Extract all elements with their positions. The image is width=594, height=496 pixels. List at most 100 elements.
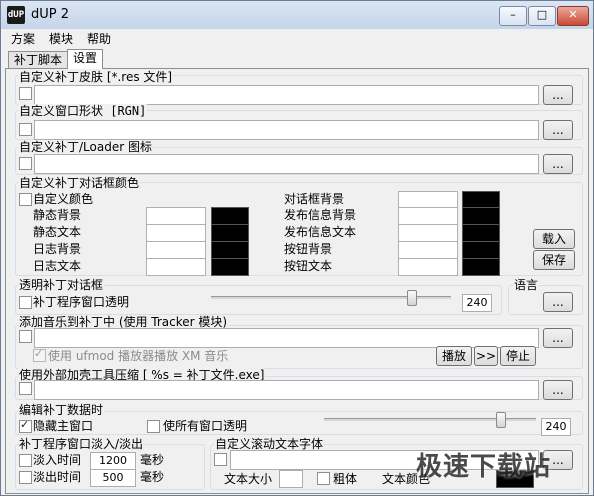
minimize-button[interactable]: – [499, 6, 527, 26]
stop-button[interactable]: 停止 [500, 346, 536, 366]
transparent-slider[interactable] [211, 288, 451, 308]
custom-color-label: 自定义颜色 [33, 192, 94, 206]
language-group-title: 语言 [513, 278, 540, 292]
icon-checkbox[interactable] [19, 157, 32, 170]
next-button[interactable]: >> [474, 346, 498, 366]
info-text-swatch-light[interactable] [398, 224, 458, 242]
ufmod-checkbox[interactable] [33, 347, 46, 362]
bold-label: 粗体 [333, 472, 358, 486]
button-bg-label: 按钮背景 [284, 242, 333, 256]
settings-panel: 自定义补丁皮肤 [*.res 文件] ... 自定义窗口形状 [RGN] ...… [5, 68, 589, 494]
skin-group-title: 自定义补丁皮肤 [*.res 文件] [18, 70, 174, 84]
text-size-input[interactable] [279, 470, 303, 488]
shape-group-title: 自定义窗口形状 [RGN] [18, 104, 148, 118]
skin-title-text: 自定义补丁皮肤 [*.res 文件] [19, 70, 173, 84]
skin-checkbox[interactable] [19, 87, 32, 100]
fade-in-checkbox[interactable] [19, 454, 32, 467]
fade-out-input[interactable]: 500 [90, 469, 136, 487]
music-group-title: 添加音乐到补丁中 (使用 Tracker 模块) [18, 315, 229, 329]
all-transparent-checkbox[interactable] [147, 420, 160, 433]
fade-in-label: 淡入时间 [33, 453, 82, 467]
packer-command-field[interactable] [34, 380, 539, 400]
static-text-swatch-light[interactable] [146, 224, 206, 242]
info-bg-swatch-dark[interactable] [462, 207, 500, 225]
static-text-swatch-dark[interactable] [211, 224, 249, 242]
scroller-group-title: 自定义滚动文本字体 [214, 437, 325, 451]
music-browse-button[interactable]: ... [543, 328, 573, 348]
shape-path-field[interactable] [34, 120, 539, 140]
icon-browse-button[interactable]: ... [543, 154, 573, 174]
language-browse-button[interactable]: ... [543, 292, 573, 312]
log-bg-swatch-dark[interactable] [211, 241, 249, 259]
log-text-label: 日志文本 [33, 259, 82, 273]
info-text-swatch-dark[interactable] [462, 224, 500, 242]
hide-main-checkbox[interactable] [19, 418, 32, 433]
shape-browse-button[interactable]: ... [543, 120, 573, 140]
watermark-text: 极速下载站 [416, 452, 552, 482]
music-checkbox[interactable] [19, 330, 32, 343]
all-transparent-label: 使所有窗口透明 [163, 419, 248, 433]
info-bg-label: 发布信息背景 [284, 208, 357, 222]
log-bg-label: 日志背景 [33, 242, 82, 256]
load-colors-button[interactable]: 载入 [533, 229, 575, 249]
packer-browse-button[interactable]: ... [543, 380, 573, 400]
button-text-label: 按钮文本 [284, 259, 333, 273]
info-text-label: 发布信息文本 [284, 225, 357, 239]
edit-group-title: 编辑补丁数据时 [18, 403, 105, 417]
static-bg-label: 静态背景 [33, 208, 82, 222]
hide-main-label: 隐藏主窗口 [33, 419, 94, 433]
text-size-label: 文本大小 [224, 472, 273, 486]
main-window: dUP dUP 2 – □ ✕ 方案 模块 帮助 补丁脚本 设置 自定义补丁皮肤… [0, 0, 594, 496]
title-bar[interactable]: dUP dUP 2 – □ ✕ [1, 1, 593, 29]
button-text-swatch-dark[interactable] [462, 258, 500, 276]
static-bg-swatch-dark[interactable] [211, 207, 249, 225]
icon-group-title: 自定义补丁/Loader 图标 [18, 140, 153, 154]
edit-slider[interactable] [324, 410, 536, 430]
edit-slider-thumb[interactable] [496, 412, 506, 428]
tab-patch-script[interactable]: 补丁脚本 [8, 51, 69, 69]
menu-help[interactable]: 帮助 [87, 30, 111, 47]
transparent-checkbox[interactable] [19, 296, 32, 309]
transparent-group-title: 透明补丁对话框 [18, 278, 105, 292]
ufmod-label: 使用 ufmod 播放器播放 XM 音乐 [48, 349, 229, 363]
info-bg-swatch-light[interactable] [398, 207, 458, 225]
button-bg-swatch-dark[interactable] [462, 241, 500, 259]
transparent-slider-thumb[interactable] [407, 290, 417, 306]
skin-path-field[interactable] [34, 85, 539, 105]
packer-checkbox[interactable] [19, 382, 32, 395]
music-path-field[interactable] [34, 328, 539, 348]
log-text-swatch-light[interactable] [146, 258, 206, 276]
log-text-swatch-dark[interactable] [211, 258, 249, 276]
menu-scheme[interactable]: 方案 [11, 30, 35, 47]
button-bg-swatch-light[interactable] [398, 241, 458, 259]
static-bg-swatch-light[interactable] [146, 207, 206, 225]
dialog-bg-label: 对话框背景 [284, 192, 345, 206]
transparent-label: 补丁程序窗口透明 [33, 295, 130, 309]
shape-checkbox[interactable] [19, 123, 32, 136]
static-text-label: 静态文本 [33, 225, 82, 239]
window-title: dUP 2 [31, 7, 70, 22]
log-bg-swatch-light[interactable] [146, 241, 206, 259]
bold-checkbox[interactable] [317, 472, 330, 485]
fade-in-unit: 毫秒 [140, 453, 165, 467]
app-icon: dUP [7, 6, 25, 24]
custom-color-checkbox[interactable] [19, 193, 32, 206]
fade-out-label: 淡出时间 [33, 470, 82, 484]
edit-value: 240 [541, 418, 571, 436]
menu-module[interactable]: 模块 [49, 30, 73, 47]
skin-browse-button[interactable]: ... [543, 85, 573, 105]
fade-out-checkbox[interactable] [19, 471, 32, 484]
menu-bar: 方案 模块 帮助 [1, 29, 593, 47]
save-colors-button[interactable]: 保存 [533, 250, 575, 270]
transparent-value: 240 [462, 294, 492, 312]
fade-group-title: 补丁程序窗口淡入/淡出 [18, 437, 145, 451]
scroller-checkbox[interactable] [214, 453, 227, 466]
colors-group-title: 自定义补丁对话框颜色 [18, 176, 141, 190]
tab-settings[interactable]: 设置 [67, 49, 104, 69]
play-button[interactable]: 播放 [436, 346, 472, 366]
close-button[interactable]: ✕ [557, 6, 589, 26]
maximize-button[interactable]: □ [528, 6, 556, 26]
fade-in-input[interactable]: 1200 [90, 452, 136, 470]
button-text-swatch-light[interactable] [398, 258, 458, 276]
icon-path-field[interactable] [34, 154, 539, 174]
